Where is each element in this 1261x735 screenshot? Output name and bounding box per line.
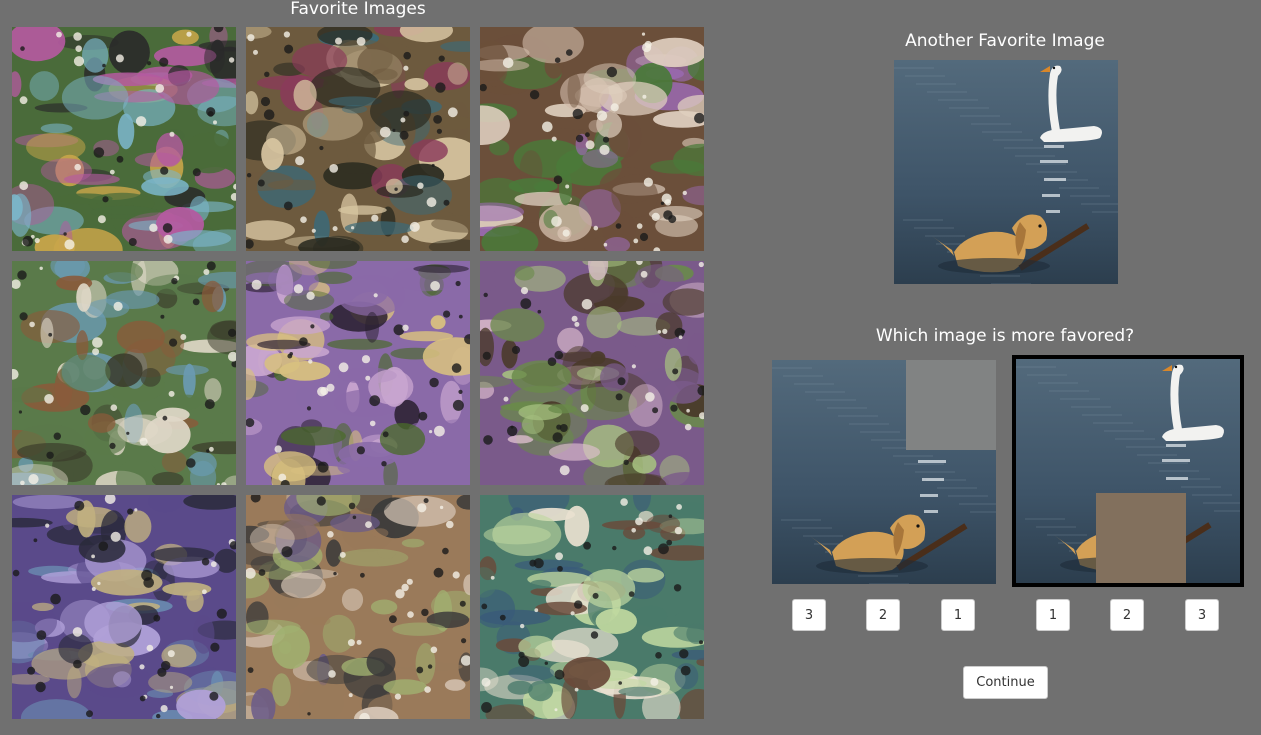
reference-swan-dog-image [894,60,1118,284]
ibis-collage [246,27,470,251]
speckled-bird-collage [246,495,470,719]
purple-bird-collage [246,261,470,485]
favorite-image-7 [12,495,236,719]
option-b-rating-1-button[interactable]: 1 [1036,599,1070,631]
favorite-image-8 [246,495,470,719]
reference-photo [894,60,1118,284]
ant-waterbird-collage [12,27,236,251]
favorite-image-5 [246,261,470,485]
favorite-image-4 [12,261,236,485]
favorite-image-1 [12,27,236,251]
favorite-image-3 [480,27,704,251]
another-favorite-title: Another Favorite Image [905,31,1105,51]
option-a-rating-3-button[interactable]: 3 [792,599,826,631]
option-b-rating-2-button[interactable]: 2 [1110,599,1144,631]
flamingo-collage [480,261,704,485]
continue-button[interactable]: Continue [963,666,1048,699]
favorite-image-2 [246,27,470,251]
option-a-image[interactable] [772,360,996,584]
favorite-image-6 [480,261,704,485]
option-b-rating-3-button[interactable]: 3 [1185,599,1219,631]
swirl-collage [12,495,236,719]
page: Favorite Images Another Favorite Image W… [0,0,1261,735]
option-a-rating-1-button[interactable]: 1 [941,599,975,631]
favorite-images-grid [12,27,704,719]
option-b-occluder-patch [1096,493,1186,583]
favorite-images-title: Favorite Images [290,0,426,19]
favorite-image-9 [480,495,704,719]
wading-bird-collage [480,495,704,719]
option-b-image-selected[interactable] [1012,355,1244,587]
option-a-rating-2-button[interactable]: 2 [866,599,900,631]
spherical-bird-collage [480,27,704,251]
option-a-occluder-patch [906,360,996,450]
heron-collage [12,261,236,485]
comparison-question: Which image is more favored? [875,326,1135,346]
